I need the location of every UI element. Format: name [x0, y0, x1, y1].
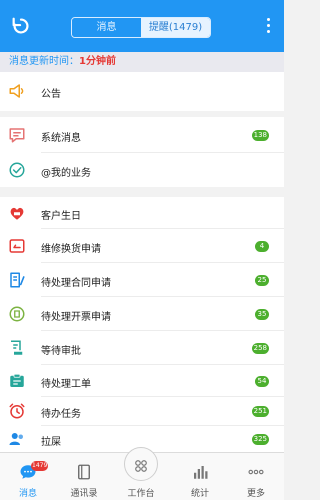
bar-chart-icon	[194, 466, 208, 479]
check-circle-icon	[9, 162, 25, 178]
tabbar-more[interactable]: 更多	[228, 453, 284, 500]
tab-label: 通讯录	[70, 489, 98, 499]
more-options-icon[interactable]	[264, 18, 272, 36]
tabbar-statistics[interactable]: 统计	[172, 453, 228, 500]
tab-reminders[interactable]: 提醒(1479)	[141, 18, 210, 37]
bottom-tab-bar: 1479 消息 通讯录 工作台 统计 更多	[0, 447, 284, 500]
tabbar-contacts[interactable]: 通讯录	[56, 453, 112, 500]
list-item-system-messages[interactable]: 系统消息 138	[0, 117, 284, 153]
row-label: 待处理合同申请	[41, 278, 111, 289]
refresh-icon[interactable]	[10, 15, 32, 37]
list-item-awaiting-approval[interactable]: 等待审批 258	[0, 331, 284, 365]
list-item-pending-work-order[interactable]: 待处理工单 54	[0, 365, 284, 397]
row-label: 待处理工单	[41, 379, 91, 390]
tabbar-workbench[interactable]: 工作台	[113, 453, 169, 500]
update-time-value: 1分钟前	[79, 56, 116, 67]
count-badge: 4	[255, 241, 269, 252]
approval-icon	[11, 340, 23, 355]
list-item-pending-contract[interactable]: 待处理合同申请 25	[0, 263, 284, 297]
birthday-icon	[10, 207, 24, 220]
chat-icon	[9, 128, 25, 143]
contract-edit-icon	[10, 272, 25, 288]
work-order-icon	[10, 373, 24, 387]
update-time-label: 消息更新时间：	[9, 56, 79, 67]
count-badge: 25	[255, 275, 269, 286]
more-dots-icon	[248, 469, 264, 475]
count-badge: 35	[255, 309, 269, 320]
update-time-bar: 消息更新时间：1分钟前	[0, 52, 284, 72]
row-label: 客户生日	[41, 211, 81, 222]
count-badge: 54	[255, 376, 269, 387]
tab-badge: 1479	[31, 461, 49, 471]
tabbar-messages[interactable]: 1479 消息	[0, 453, 56, 500]
message-tab-switch: 消息 提醒(1479)	[71, 17, 211, 38]
count-badge: 258	[251, 343, 269, 354]
top-bar: 消息 提醒(1479)	[0, 0, 284, 52]
row-label: 公告	[41, 89, 61, 100]
row-label: 等待审批	[41, 346, 81, 357]
row-label: 待处理开票申请	[41, 312, 111, 323]
contacts-icon	[9, 433, 23, 445]
list-item-customer-birthday[interactable]: 客户生日	[0, 197, 284, 229]
grid-apps-icon	[135, 460, 147, 472]
row-label: 系统消息	[41, 133, 81, 144]
tab-label: 统计	[190, 489, 209, 499]
megaphone-icon	[9, 84, 24, 98]
row-label: @我的业务	[41, 168, 91, 179]
tab-label: 消息	[18, 489, 37, 499]
tab-label: 工作台	[127, 489, 155, 499]
alarm-clock-icon	[9, 403, 25, 419]
row-label: 维修换货申请	[41, 244, 101, 255]
tab-messages[interactable]: 消息	[72, 18, 141, 37]
row-label: 拉屎	[41, 437, 61, 448]
list-item-repair-exchange[interactable]: 维修换货申请 4	[0, 229, 284, 263]
list-item-announcement[interactable]: 公告	[0, 72, 284, 111]
row-label: 待办任务	[41, 409, 81, 420]
list-item-my-business[interactable]: @我的业务	[0, 153, 284, 187]
exchange-icon	[9, 239, 25, 253]
address-book-icon	[78, 464, 90, 480]
count-badge: 138	[251, 130, 269, 141]
invoice-icon	[9, 306, 25, 322]
list-item-pending-invoice[interactable]: 待处理开票申请 35	[0, 297, 284, 331]
tab-label: 更多	[246, 489, 265, 499]
list-item-pending-tasks[interactable]: 待办任务 251	[0, 397, 284, 426]
count-badge: 325	[251, 434, 269, 445]
count-badge: 251	[251, 406, 269, 417]
